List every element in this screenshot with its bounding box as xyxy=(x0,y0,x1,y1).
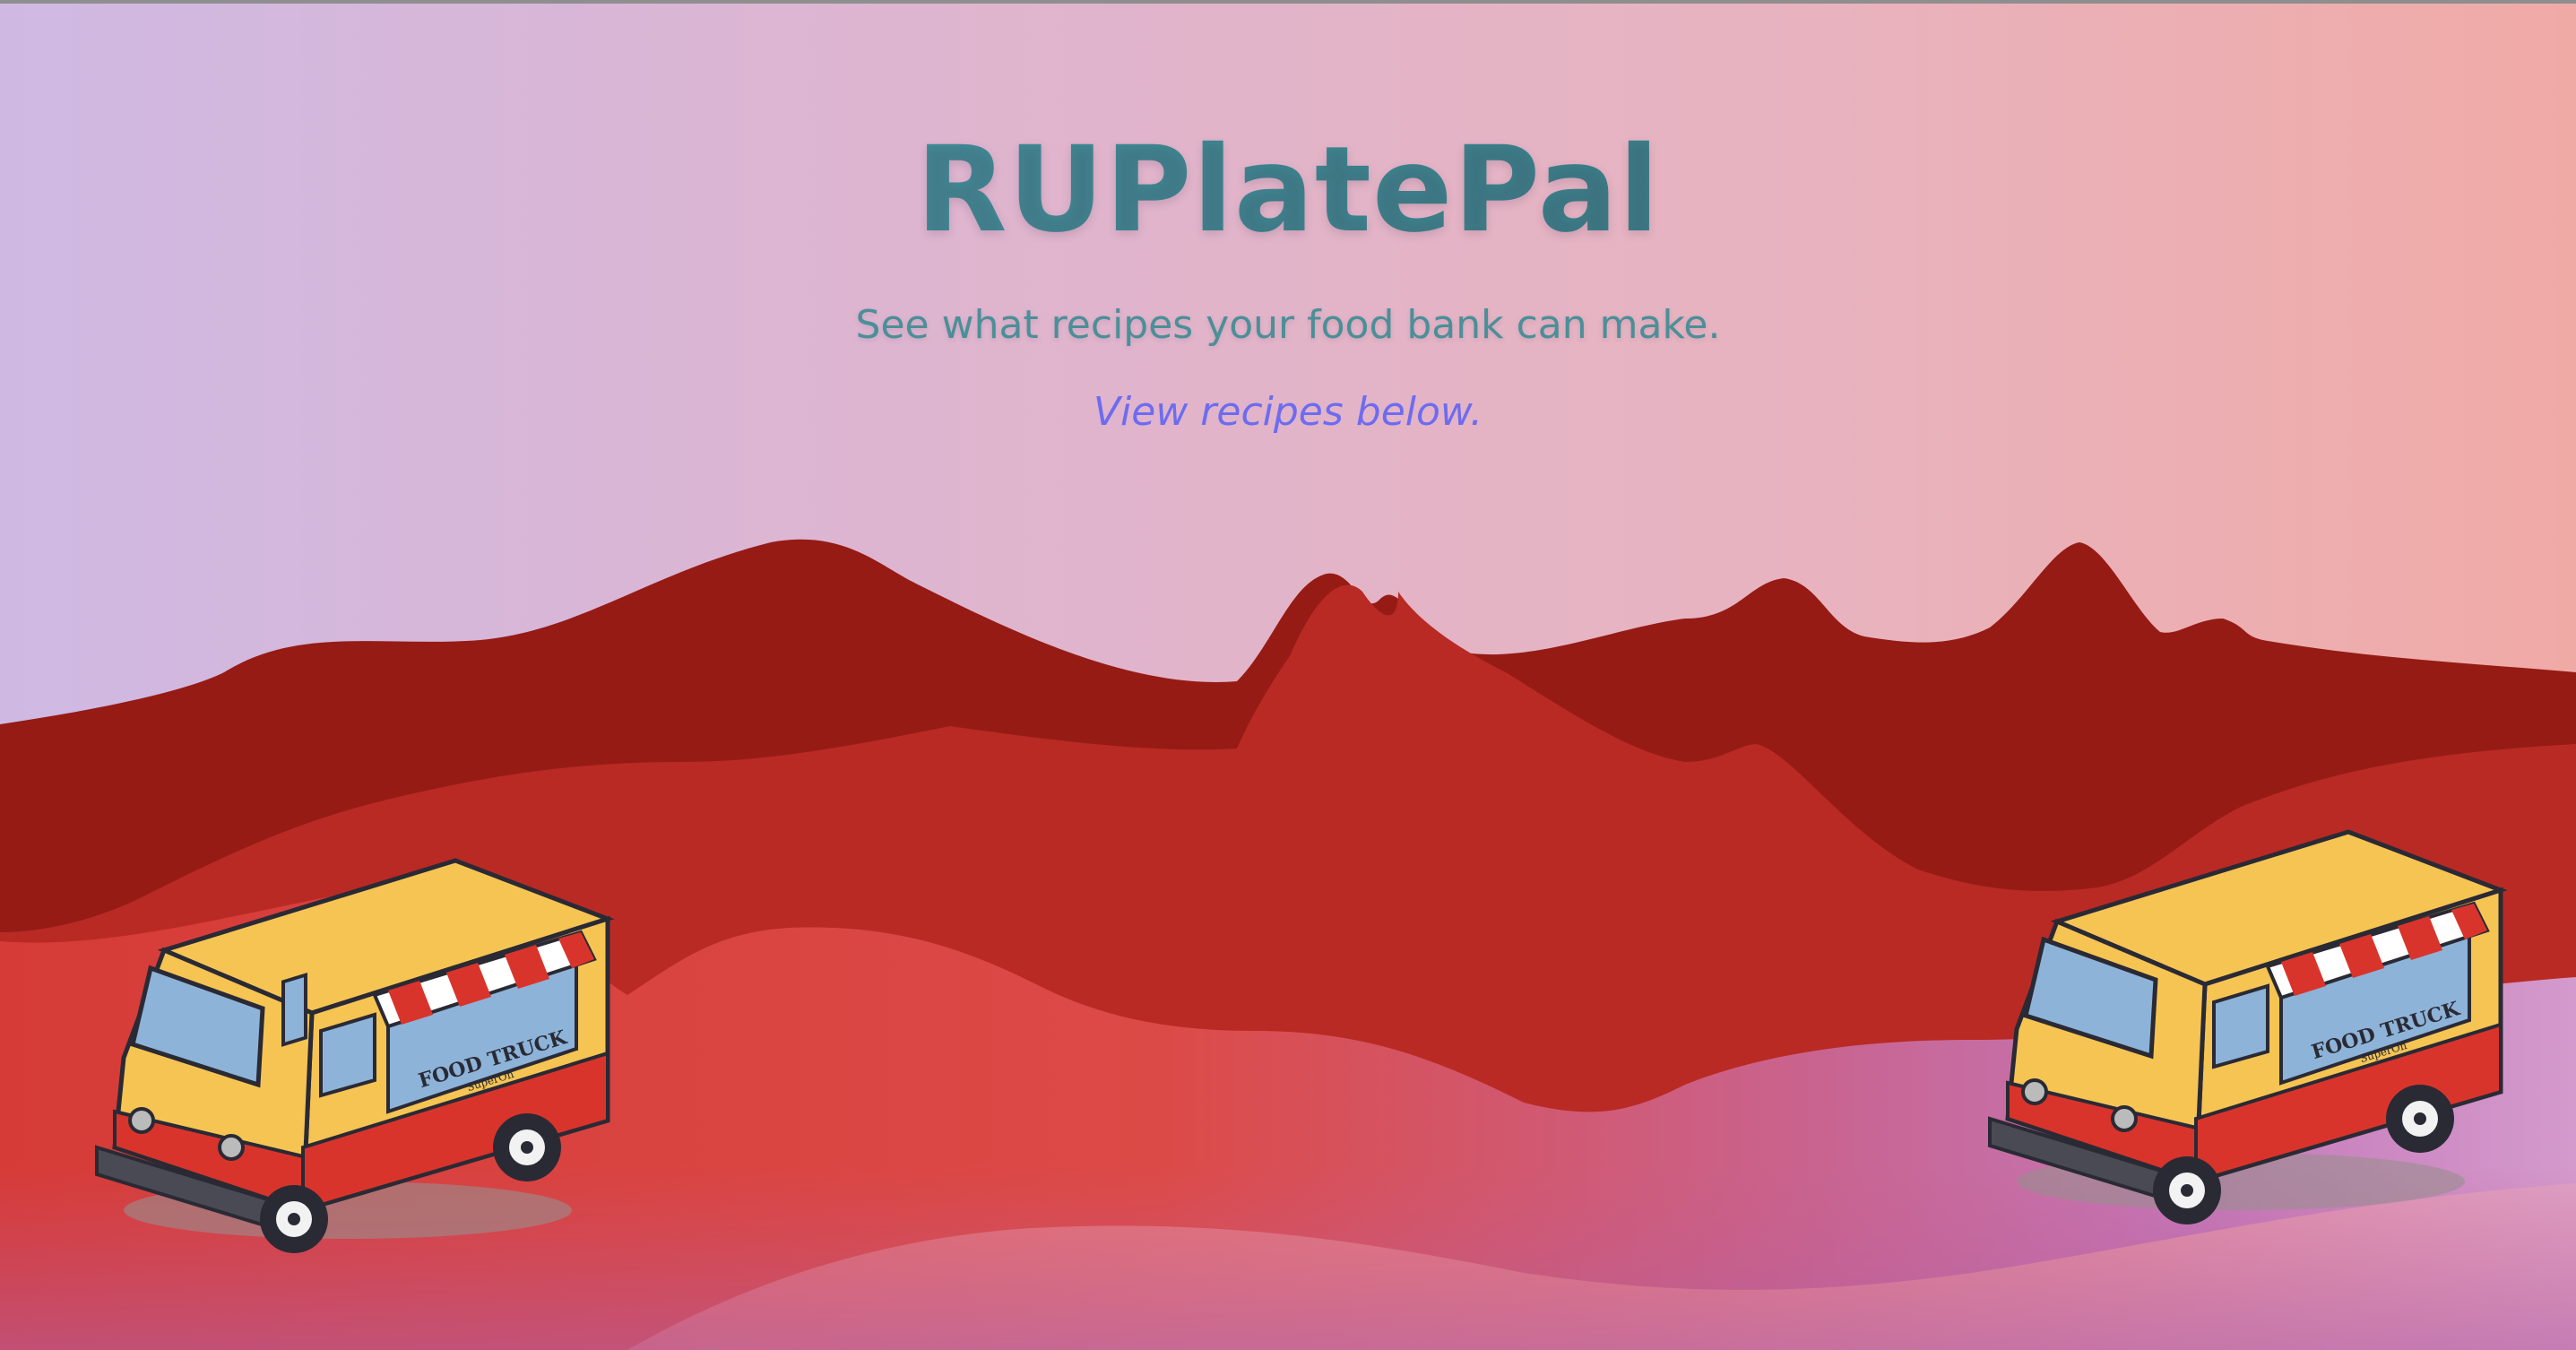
hero-header: RUPlatePal See what recipes your food ba… xyxy=(0,125,2576,435)
food-truck-right-illustration: FOOD TRUCK SuperOn xyxy=(1988,829,2508,1225)
hero-subtitle: See what recipes your food bank can make… xyxy=(855,302,1721,349)
food-truck-left-illustration: FOOD TRUCK SuperOn xyxy=(95,858,615,1253)
view-recipes-link[interactable]: View recipes below. xyxy=(1094,389,1482,435)
browser-top-border xyxy=(0,0,2576,4)
app-title: RUPlatePal xyxy=(0,125,2576,255)
hero-section: RUPlatePal See what recipes your food ba… xyxy=(0,0,2576,1350)
